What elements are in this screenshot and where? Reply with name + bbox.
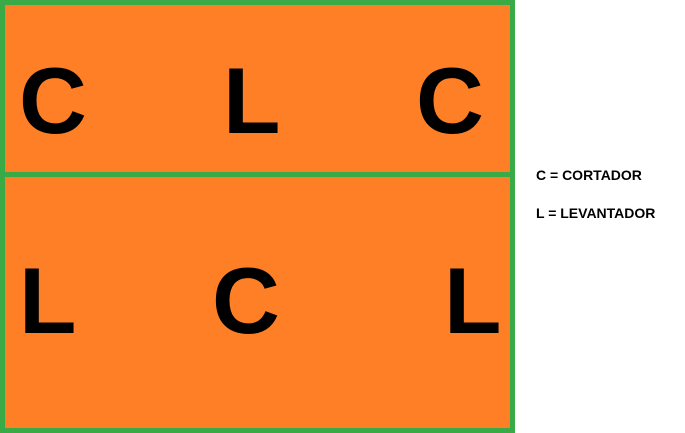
- panel-letter: L: [19, 248, 77, 353]
- panel-letter: L: [223, 48, 281, 153]
- panel-letter: L: [444, 248, 502, 353]
- legend-cortador: C = CORTADOR: [536, 167, 642, 183]
- bottom-panel: L C L: [0, 172, 515, 433]
- legend-levantador: L = LEVANTADOR: [536, 205, 656, 221]
- top-panel: C L C: [0, 0, 515, 177]
- panel-letter: C: [416, 48, 484, 153]
- panel-letter: C: [212, 248, 280, 353]
- panel-letter: C: [19, 48, 87, 153]
